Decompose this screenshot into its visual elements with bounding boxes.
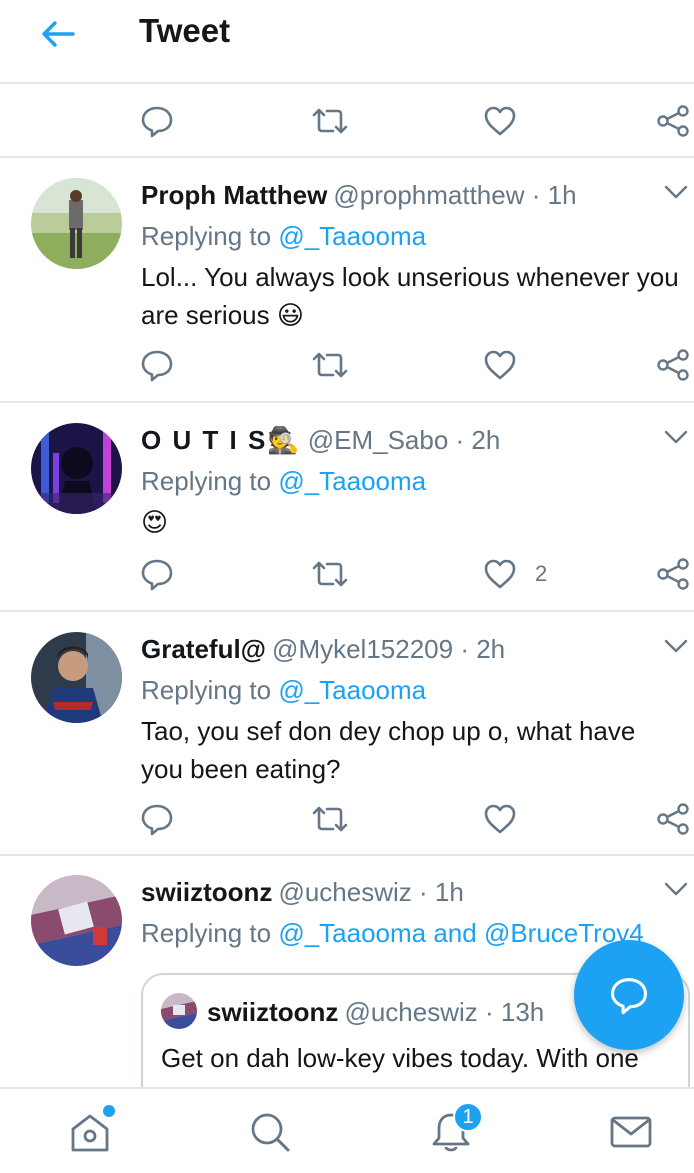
top-app-bar: Tweet [0, 0, 694, 84]
mention-link[interactable]: @_Taaooma [278, 466, 426, 496]
like-button[interactable] [483, 101, 517, 141]
speech-bubble-icon [141, 106, 173, 138]
nav-home[interactable] [60, 1089, 120, 1173]
divider [0, 854, 694, 856]
like-button[interactable] [483, 345, 535, 385]
tweet-actions [0, 799, 694, 839]
share-icon [657, 349, 689, 381]
share-button[interactable] [656, 101, 690, 141]
compose-reply-icon [611, 978, 647, 1015]
author-name[interactable]: Proph Matthew [141, 180, 327, 210]
share-button[interactable] [656, 554, 690, 594]
quoted-author-handle: @ucheswiz [344, 997, 478, 1027]
chevron-down-icon [664, 639, 688, 653]
author-handle: @ucheswiz [278, 877, 412, 907]
timestamp: · 2h [455, 425, 501, 455]
reply-button[interactable] [140, 101, 174, 141]
timestamp: · 2h [460, 634, 506, 664]
tweet-text: Tao, you sef don dey chop up o, what hav… [141, 716, 636, 784]
timestamp: · 1h [531, 180, 577, 210]
heart-icon [484, 106, 516, 136]
divider [0, 156, 694, 158]
retweet-button[interactable] [311, 101, 349, 141]
mention-link[interactable]: @_Taaooma and @BruceTroy4 [278, 918, 643, 948]
replying-to: Replying to @_Taaooma and @BruceTroy4 [141, 918, 644, 948]
main-tweet-actions [0, 101, 694, 141]
share-icon [657, 105, 689, 137]
chevron-down-icon [664, 882, 688, 896]
more-options-button[interactable] [664, 638, 688, 659]
back-button[interactable] [36, 16, 80, 52]
notification-badge: 1 [453, 1102, 483, 1132]
retweet-button[interactable] [311, 554, 349, 594]
divider [0, 401, 694, 403]
share-icon [657, 558, 689, 590]
arrow-left-icon [42, 21, 75, 47]
like-count: 2 [535, 561, 548, 586]
mention-link[interactable]: @_Taaooma [278, 675, 426, 705]
mention-link[interactable]: @_Taaooma [278, 221, 426, 251]
tweet-actions: 2 [0, 554, 694, 594]
reply-button[interactable] [140, 554, 174, 594]
retweet-button[interactable] [311, 799, 349, 839]
author-name[interactable]: Grateful@ [141, 634, 266, 664]
like-button[interactable] [483, 799, 535, 839]
reply-button[interactable] [140, 799, 174, 839]
speech-bubble-icon [141, 804, 173, 836]
avatar[interactable] [31, 875, 122, 966]
speech-bubble-icon [141, 350, 173, 382]
nav-notifications[interactable]: 1 [421, 1089, 483, 1173]
home-icon [71, 1114, 109, 1152]
timestamp: · 1h [419, 877, 464, 907]
quoted-timestamp: · 13h [485, 997, 545, 1027]
tweet-actions [0, 345, 694, 385]
quoted-author-name[interactable]: swiiztoonz [207, 997, 338, 1027]
author-name[interactable]: swiiztoonz [141, 877, 272, 907]
search-icon [251, 1113, 290, 1152]
retweet-button[interactable] [311, 345, 349, 385]
nav-search[interactable] [240, 1089, 300, 1173]
avatar[interactable] [31, 632, 122, 723]
share-icon [657, 803, 689, 835]
chevron-down-icon [664, 185, 688, 199]
author-name[interactable]: O U T I S🕵 [141, 425, 302, 455]
compose-reply-button[interactable] [574, 940, 684, 1050]
heart-icon [484, 804, 516, 834]
retweet-icon [312, 108, 348, 134]
replying-to: Replying to @_Taaooma [141, 221, 427, 251]
replying-to: Replying to @_Taaooma [141, 466, 427, 496]
retweet-icon [312, 561, 348, 587]
tweet-text: 😍 [141, 507, 169, 537]
new-content-dot [103, 1105, 115, 1117]
divider [0, 610, 694, 612]
nav-messages[interactable] [601, 1089, 661, 1173]
author-handle: @EM_Sabo [307, 425, 449, 455]
retweet-icon [312, 806, 348, 832]
more-options-button[interactable] [664, 429, 688, 450]
like-button[interactable]: 2 [483, 554, 547, 594]
reply-button[interactable] [140, 345, 174, 385]
page-title: Tweet [139, 12, 231, 49]
heart-icon [484, 559, 516, 589]
author-handle: @prophmatthew [333, 180, 525, 210]
avatar[interactable] [31, 423, 122, 514]
chevron-down-icon [664, 430, 688, 444]
replying-to: Replying to @_Taaooma [141, 675, 427, 705]
quoted-avatar[interactable] [161, 993, 197, 1029]
share-button[interactable] [656, 345, 690, 385]
heart-icon [484, 350, 516, 380]
author-handle: @Mykel152209 [272, 634, 454, 664]
share-button[interactable] [656, 799, 690, 839]
bottom-navigation: 1 [0, 1087, 694, 1173]
avatar[interactable] [31, 178, 122, 269]
speech-bubble-icon [141, 559, 173, 591]
retweet-icon [312, 352, 348, 378]
envelope-icon [610, 1116, 652, 1148]
more-options-button[interactable] [664, 184, 688, 205]
more-options-button[interactable] [664, 881, 688, 902]
tweet-text: Lol... You always look unserious wheneve… [141, 262, 679, 330]
